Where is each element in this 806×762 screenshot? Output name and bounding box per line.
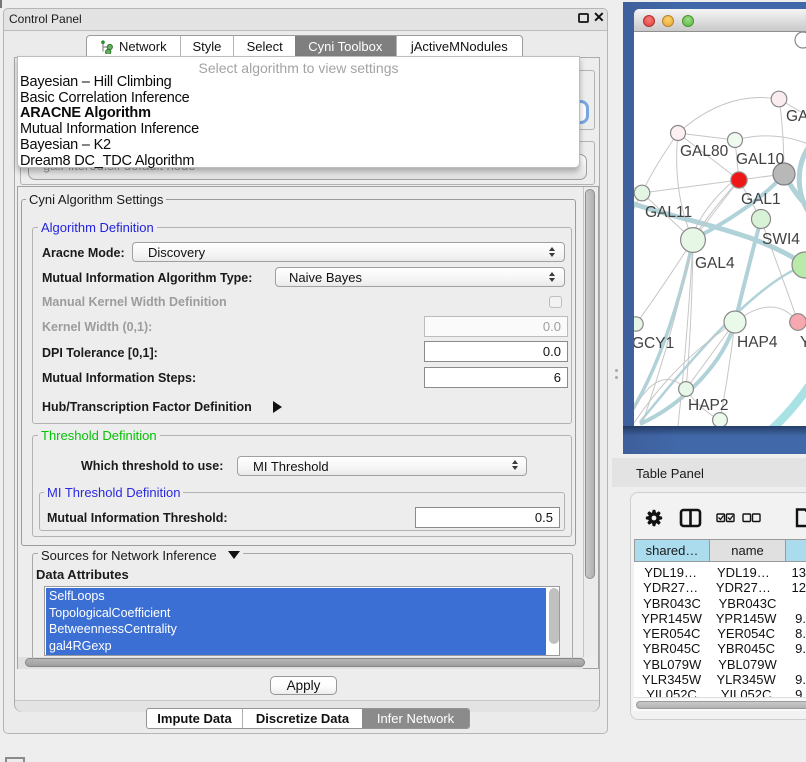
svg-text:YJ: YJ xyxy=(800,334,806,351)
svg-text:GAL7: GAL7 xyxy=(786,108,806,125)
svg-text:GAL10: GAL10 xyxy=(736,151,785,168)
svg-text:HAP2: HAP2 xyxy=(688,397,729,414)
svg-text:GAL1: GAL1 xyxy=(741,191,781,208)
svg-text:GAL80: GAL80 xyxy=(680,143,729,160)
svg-text:HAP4: HAP4 xyxy=(737,334,778,351)
svg-text:GAL4: GAL4 xyxy=(695,255,735,272)
svg-text:GAL11: GAL11 xyxy=(645,204,692,221)
svg-text:SWI4: SWI4 xyxy=(762,231,800,248)
svg-text:GCY1: GCY1 xyxy=(634,335,674,352)
